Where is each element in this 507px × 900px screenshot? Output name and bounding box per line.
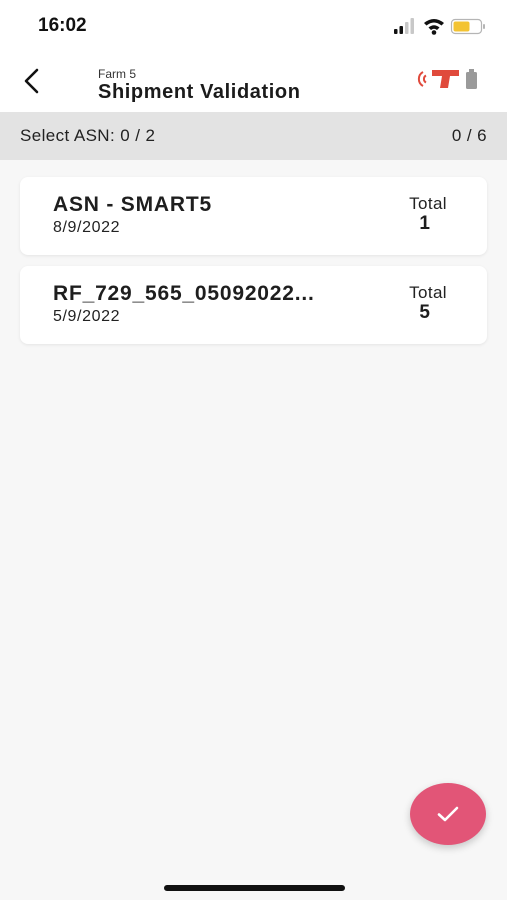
asn-date: 8/9/2022 <box>53 219 121 236</box>
select-asn-label: Select ASN: 0 / 2 <box>20 126 156 145</box>
cellular-signal-icon <box>394 18 414 34</box>
device-status-icons[interactable] <box>415 67 485 93</box>
select-asn-bar: Select ASN: 0 / 2 0 / 6 <box>0 112 507 160</box>
device-battery-icon <box>466 69 477 89</box>
rfid-scanner-icon[interactable] <box>417 70 459 88</box>
confirm-fab-button[interactable] <box>410 783 486 845</box>
battery-icon <box>450 18 485 35</box>
asn-total-value: 1 <box>419 213 430 234</box>
asn-card[interactable]: ASN - SMART5 8/9/2022 Total 1 <box>20 177 487 255</box>
asn-date: 5/9/2022 <box>53 308 121 325</box>
page-title: Shipment Validation <box>98 81 301 103</box>
asn-title: RF_729_565_05092022... <box>53 282 315 305</box>
wifi-icon <box>424 19 444 35</box>
header-subtitle: Farm 5 <box>98 67 137 81</box>
back-arrow-icon[interactable] <box>18 66 48 96</box>
asn-total-value: 5 <box>419 302 430 323</box>
header: Farm 5 Shipment Validation <box>0 50 507 112</box>
status-bar: 16:02 <box>0 0 507 50</box>
status-icons <box>394 18 485 35</box>
asn-total-label: Total <box>409 283 447 302</box>
asn-card[interactable]: RF_729_565_05092022... 5/9/2022 Total 5 <box>20 266 487 344</box>
asn-total-label: Total <box>409 194 447 213</box>
selected-count: 0 / 6 <box>451 126 487 145</box>
status-time: 16:02 <box>38 15 87 36</box>
home-indicator <box>164 885 345 891</box>
checkmark-icon <box>437 806 459 822</box>
asn-title: ASN - SMART5 <box>53 193 212 216</box>
